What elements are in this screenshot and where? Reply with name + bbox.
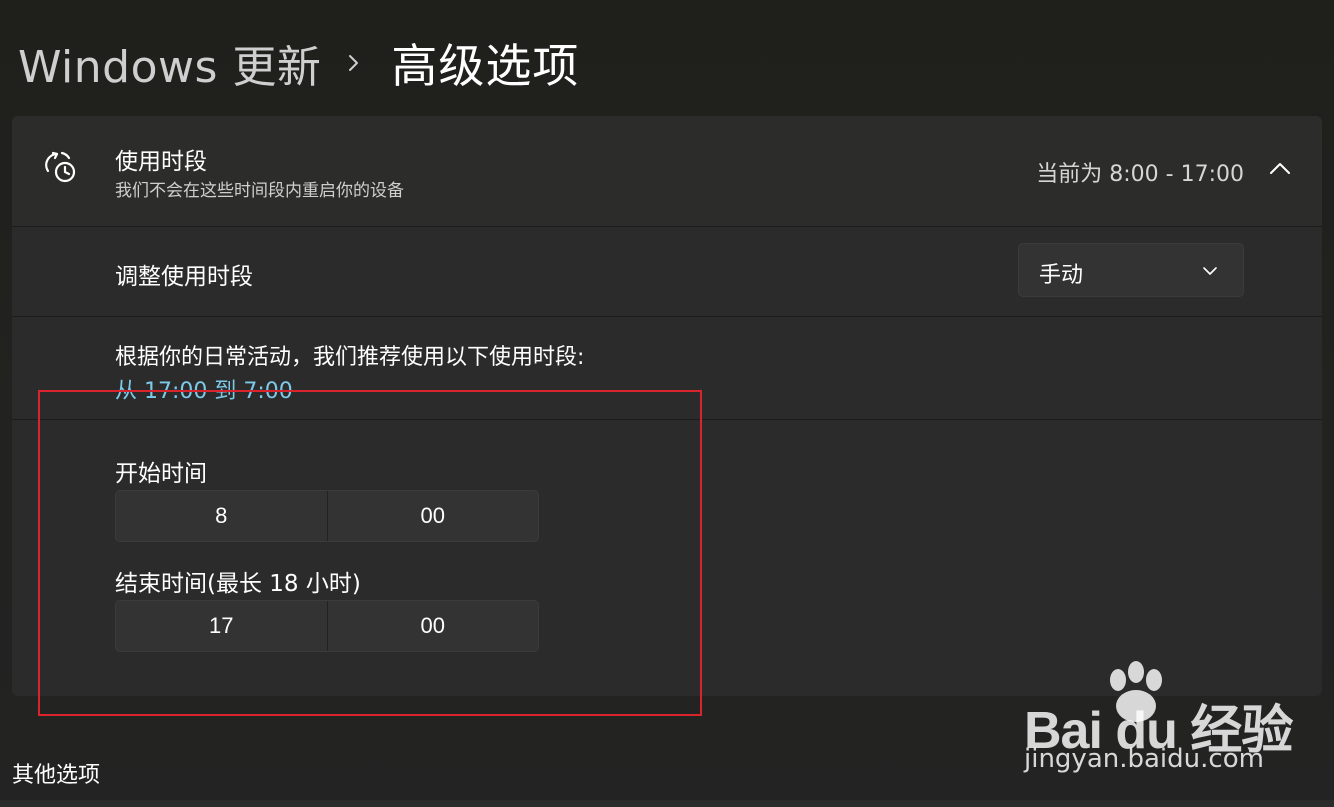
start-time-label: 开始时间 bbox=[115, 461, 207, 487]
start-minute-segment[interactable]: 00 bbox=[328, 491, 539, 541]
adjust-active-hours-row: 调整使用时段 手动 bbox=[12, 227, 1322, 317]
active-hours-subtitle: 我们不会在这些时间段内重启你的设备 bbox=[115, 181, 404, 201]
settings-page: Windows 更新 高级选项 使用时段 我们不会在这些时间段内重启你的设备 当… bbox=[0, 0, 1334, 807]
breadcrumb-windows-update[interactable]: Windows 更新 bbox=[18, 31, 321, 95]
active-hours-status: 当前为 8:00 - 17:00 bbox=[1036, 162, 1244, 187]
breadcrumb: Windows 更新 高级选项 bbox=[18, 28, 579, 98]
recommendation-link[interactable]: 从 17:00 到 7:00 bbox=[115, 373, 293, 405]
time-settings-row: 开始时间 8 00 结束时间(最长 18 小时) 17 00 bbox=[12, 420, 1322, 696]
recommendation-text: 根据你的日常活动，我们推荐使用以下使用时段: bbox=[115, 345, 585, 370]
adjust-mode-dropdown[interactable]: 手动 bbox=[1018, 243, 1244, 297]
recommendation-row: 根据你的日常活动，我们推荐使用以下使用时段: 从 17:00 到 7:00 bbox=[12, 317, 1322, 420]
watermark-site: jingyan.baidu.com bbox=[1024, 744, 1264, 774]
page-title: 高级选项 bbox=[391, 39, 580, 93]
chevron-up-icon[interactable] bbox=[1268, 156, 1292, 180]
clock-sync-icon bbox=[45, 151, 76, 183]
next-card-edge bbox=[0, 800, 1334, 807]
active-hours-card: 使用时段 我们不会在这些时间段内重启你的设备 当前为 8:00 - 17:00 … bbox=[12, 116, 1322, 696]
adjust-active-hours-label: 调整使用时段 bbox=[115, 264, 253, 290]
active-hours-expander-header[interactable]: 使用时段 我们不会在这些时间段内重启你的设备 当前为 8:00 - 17:00 bbox=[12, 116, 1322, 227]
other-options-title: 其他选项 bbox=[12, 763, 101, 788]
start-time-picker[interactable]: 8 00 bbox=[115, 490, 539, 542]
start-hour-segment[interactable]: 8 bbox=[116, 491, 328, 541]
chevron-down-icon bbox=[1203, 267, 1217, 275]
active-hours-title: 使用时段 bbox=[115, 149, 207, 175]
end-time-picker[interactable]: 17 00 bbox=[115, 600, 539, 652]
watermark-brand: Bai du 经验 bbox=[1024, 702, 1293, 760]
end-time-label: 结束时间(最长 18 小时) bbox=[115, 571, 361, 597]
end-minute-segment[interactable]: 00 bbox=[328, 601, 539, 651]
chevron-right-icon bbox=[349, 55, 359, 71]
end-hour-segment[interactable]: 17 bbox=[116, 601, 328, 651]
adjust-mode-value: 手动 bbox=[1039, 263, 1084, 288]
